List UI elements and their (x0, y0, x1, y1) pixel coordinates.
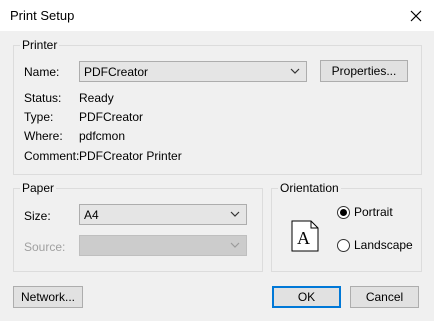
status-label: Status: (24, 91, 62, 105)
properties-button[interactable]: Properties... (320, 60, 408, 82)
properties-button-label: Properties... (331, 64, 397, 78)
landscape-radio-option[interactable]: Landscape (337, 238, 413, 252)
where-value: pdfcmon (79, 129, 126, 143)
chevron-down-icon (290, 68, 300, 74)
type-label: Type: (24, 110, 54, 124)
network-button-label: Network... (20, 290, 75, 304)
paper-size-dropdown[interactable]: A4 (79, 204, 247, 225)
portrait-label: Portrait (354, 205, 393, 219)
portrait-radio-option[interactable]: Portrait (337, 205, 393, 219)
where-label: Where: (24, 129, 63, 143)
ok-button-label: OK (297, 290, 316, 304)
cancel-button-label: Cancel (365, 290, 404, 304)
type-value: PDFCreator (79, 110, 144, 124)
paper-size-label: Size: (24, 209, 51, 223)
close-button[interactable] (398, 0, 434, 31)
comment-value: PDFCreator Printer (79, 149, 182, 163)
paper-group-legend: Paper (20, 181, 57, 195)
printer-name-dropdown[interactable]: PDFCreator (79, 61, 307, 82)
orientation-group-legend: Orientation (278, 181, 341, 195)
network-button[interactable]: Network... (13, 286, 83, 308)
printer-group-legend: Printer (20, 38, 60, 52)
printer-name-value: PDFCreator (84, 64, 149, 79)
portrait-radio[interactable] (337, 205, 350, 219)
chevron-down-icon (230, 211, 240, 217)
landscape-radio[interactable] (337, 238, 350, 252)
ok-button[interactable]: OK (272, 286, 341, 308)
window-title: Print Setup (10, 8, 75, 23)
chevron-down-icon (230, 242, 240, 248)
preview-letter: A (297, 228, 310, 248)
status-value: Ready (79, 91, 114, 105)
close-icon (410, 10, 422, 21)
paper-source-label: Source: (24, 240, 66, 254)
paper-size-value: A4 (84, 207, 99, 222)
printer-name-label: Name: (24, 65, 60, 79)
landscape-label: Landscape (354, 238, 413, 252)
paper-source-dropdown[interactable] (79, 235, 247, 256)
paper-group (13, 188, 263, 272)
cancel-button[interactable]: Cancel (350, 286, 419, 308)
comment-label: Comment: (24, 149, 80, 163)
